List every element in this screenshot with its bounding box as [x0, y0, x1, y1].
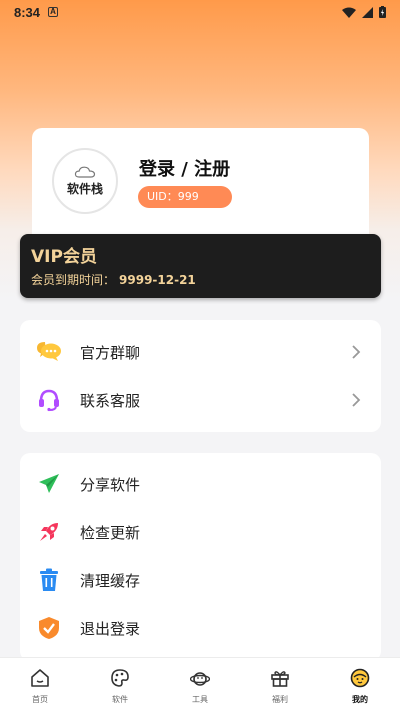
tab-label: 我的 [352, 695, 368, 704]
menu-item-logout[interactable]: 退出登录 [20, 604, 381, 652]
menu-item-check-update[interactable]: 检查更新 [20, 508, 381, 556]
vip-expire-date: 9999-12-21 [119, 273, 196, 287]
tab-label: 首页 [32, 695, 48, 704]
menu-label: 分享软件 [80, 475, 141, 494]
menu-item-clear-cache[interactable]: 清理缓存 [20, 556, 381, 604]
menu-label: 检查更新 [80, 523, 141, 542]
chevron-right-icon [352, 393, 361, 407]
menu-label: 官方群聊 [80, 343, 141, 362]
avatar[interactable]: 软件栈 [52, 148, 118, 214]
tab-tools[interactable]: 工具 [160, 658, 240, 711]
chat-bubble-icon [36, 339, 62, 365]
tab-benefits[interactable]: 福利 [240, 658, 320, 711]
tab-label: 软件 [112, 695, 128, 704]
menu-item-contact-service[interactable]: 联系客服 [20, 376, 381, 424]
uid-badge: UID：999 [138, 186, 232, 208]
menu-item-official-group[interactable]: 官方群聊 [20, 328, 381, 376]
bottom-tab-bar: 首页 软件 工具 福利 我的 [0, 657, 400, 711]
vip-expire-info: 会员到期时间： 9999-12-21 [31, 271, 196, 288]
menu-item-share-app[interactable]: 分享软件 [20, 460, 381, 508]
wifi-icon [342, 7, 356, 18]
tab-home[interactable]: 首页 [0, 658, 80, 711]
menu-label: 清理缓存 [80, 571, 141, 590]
tab-label: 福利 [272, 695, 288, 704]
trash-icon [36, 567, 62, 593]
vip-title: VIP会员 [31, 247, 97, 267]
send-icon [36, 471, 62, 497]
menu-label: 联系客服 [80, 391, 141, 410]
home-icon [31, 669, 49, 687]
signal-icon [362, 6, 373, 18]
login-register-link[interactable]: 登录 / 注册 [139, 155, 230, 181]
vip-card[interactable]: VIP会员 会员到期时间： 9999-12-21 [20, 234, 381, 298]
menu-label: 退出登录 [80, 619, 141, 638]
rocket-icon [36, 519, 62, 545]
headset-icon [36, 387, 62, 413]
status-indicators [342, 6, 386, 18]
tab-label: 工具 [192, 695, 208, 704]
gift-icon [271, 671, 289, 687]
status-time: 8:34 [14, 4, 41, 20]
shield-check-icon [36, 615, 62, 641]
tab-mine[interactable]: 我的 [320, 658, 400, 711]
battery-icon [379, 6, 386, 18]
menu-group-support: 官方群聊 联系客服 [20, 320, 381, 432]
chevron-right-icon [352, 345, 361, 359]
notification-badge-icon: A [48, 7, 59, 17]
avatar-text: 软件栈 [66, 181, 103, 196]
palette-icon [111, 669, 129, 687]
status-bar: 8:34 A [0, 0, 400, 24]
face-icon [350, 668, 370, 688]
cloud-icon [74, 166, 96, 178]
vip-expire-label: 会员到期时间： [31, 273, 116, 287]
planet-icon [190, 672, 210, 686]
profile-card[interactable]: 软件栈 登录 / 注册 UID：999 [32, 128, 369, 244]
tab-software[interactable]: 软件 [80, 658, 160, 711]
menu-group-actions: 分享软件 检查更新 清理缓存 退出登录 [20, 453, 381, 661]
